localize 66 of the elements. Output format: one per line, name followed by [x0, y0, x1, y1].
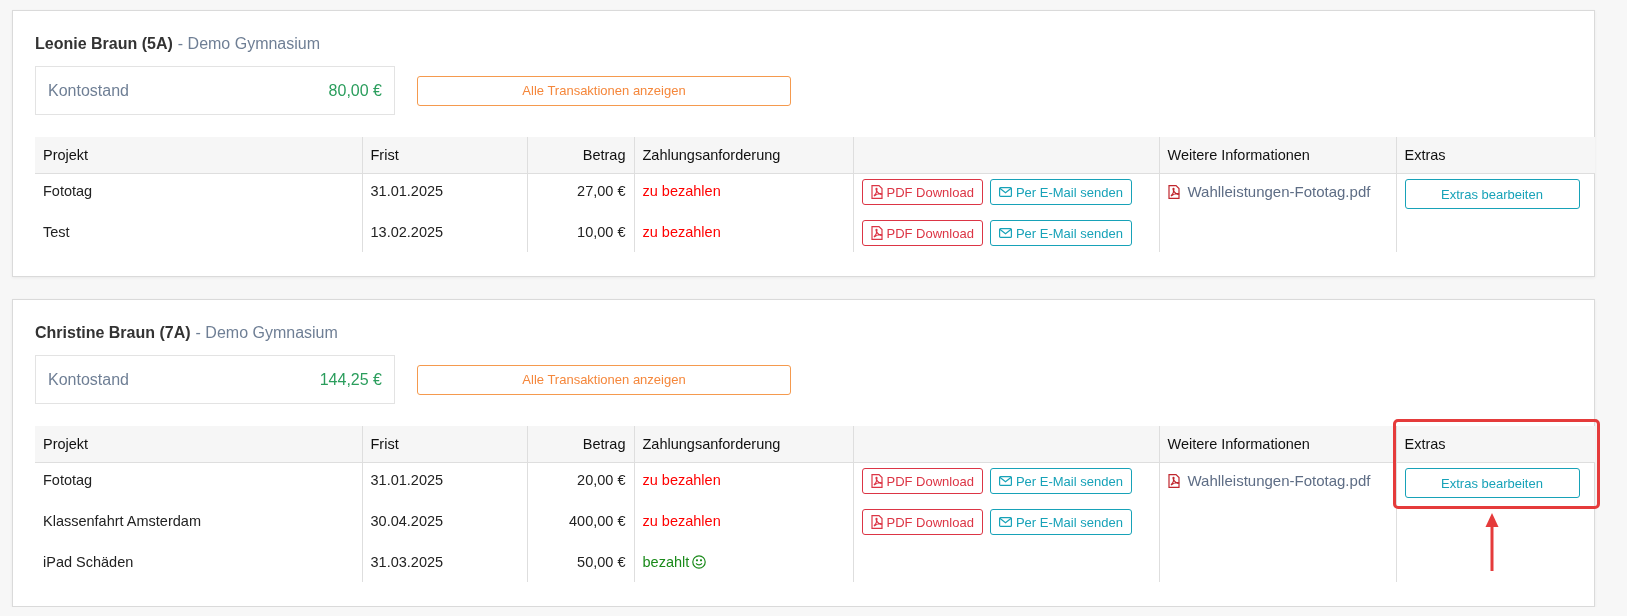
edit-extras-button[interactable]: Extras bearbeiten — [1404, 468, 1580, 498]
column-header: Betrag — [527, 137, 634, 174]
pdf-link[interactable]: Wahlleistungen-Fototag.pdf — [1167, 179, 1388, 200]
email-send-button[interactable]: Per E-Mail senden — [989, 468, 1132, 494]
email-send-button[interactable]: Per E-Mail senden — [989, 509, 1132, 535]
column-header: Frist — [362, 137, 527, 174]
student-name: Christine Braun (7A) — [35, 323, 191, 343]
pdf-file-icon — [870, 226, 883, 240]
column-header: Weitere Informationen — [1159, 426, 1396, 463]
project-cell: Test — [35, 215, 362, 252]
balance-amount: 144,25 € — [319, 370, 382, 389]
email-send-button[interactable]: Per E-Mail senden — [989, 179, 1132, 205]
column-header: Zahlungsanforderung — [634, 426, 853, 463]
column-header: Projekt — [35, 426, 362, 463]
deadline-cell: 31.01.2025 — [362, 173, 527, 215]
amount-cell: 50,00 € — [527, 545, 634, 582]
annotation-arrow — [1484, 513, 1499, 573]
school-name: - Demo Gymnasium — [195, 323, 338, 343]
payment-status: zu bezahlen — [642, 182, 721, 199]
payment-status: zu bezahlen — [642, 512, 721, 529]
envelope-icon — [998, 476, 1012, 486]
deadline-cell: 31.01.2025 — [362, 462, 527, 504]
deadline-cell: 30.04.2025 — [362, 504, 527, 545]
balance-amount: 80,00 € — [328, 81, 382, 100]
column-header: Zahlungsanforderung — [634, 137, 853, 174]
payment-status: bezahlt — [642, 550, 707, 570]
pdf-download-button[interactable]: PDF Download — [861, 179, 983, 205]
amount-cell: 400,00 € — [527, 504, 634, 545]
pdf-download-button[interactable]: PDF Download — [861, 220, 983, 246]
project-cell: iPad Schäden — [35, 545, 362, 582]
amount-cell: 10,00 € — [527, 215, 634, 252]
amount-cell: 27,00 € — [527, 173, 634, 215]
deadline-cell: 31.03.2025 — [362, 545, 527, 582]
column-header: Extras — [1396, 137, 1595, 174]
pdf-download-button[interactable]: PDF Download — [861, 468, 983, 494]
balance-label: Kontostand — [48, 370, 129, 389]
deadline-cell: 13.02.2025 — [362, 215, 527, 252]
envelope-icon — [998, 228, 1012, 238]
payment-status: zu bezahlen — [642, 471, 721, 488]
pdf-file-icon — [1167, 184, 1180, 199]
show-transactions-button[interactable]: Alle Transaktionen anzeigen — [417, 75, 791, 106]
smiley-icon — [692, 555, 707, 569]
column-header: Betrag — [527, 426, 634, 463]
pdf-file-icon — [870, 515, 883, 529]
amount-cell: 20,00 € — [527, 462, 634, 504]
pdf-download-button[interactable]: PDF Download — [861, 509, 983, 535]
project-cell: Fototag — [35, 462, 362, 504]
show-transactions-button[interactable]: Alle Transaktionen anzeigen — [417, 364, 791, 395]
edit-extras-button[interactable]: Extras bearbeiten — [1404, 179, 1580, 209]
email-send-button[interactable]: Per E-Mail senden — [989, 220, 1132, 246]
envelope-icon — [998, 517, 1012, 527]
envelope-icon — [998, 187, 1012, 197]
project-cell: Fototag — [35, 173, 362, 215]
project-cell: Klassenfahrt Amsterdam — [35, 504, 362, 545]
column-header: Projekt — [35, 137, 362, 174]
school-name: - Demo Gymnasium — [177, 34, 321, 54]
pdf-file-icon — [870, 474, 883, 488]
pdf-link[interactable]: Wahlleistungen-Fototag.pdf — [1167, 468, 1388, 489]
payment-status: zu bezahlen — [642, 223, 721, 240]
pdf-file-icon — [870, 185, 883, 199]
pdf-file-icon — [1167, 473, 1180, 488]
column-header: Weitere Informationen — [1159, 137, 1396, 174]
column-header: Extras — [1396, 426, 1595, 463]
student-name: Leonie Braun (5A) — [35, 34, 173, 54]
balance-label: Kontostand — [48, 81, 129, 100]
column-header: Frist — [362, 426, 527, 463]
